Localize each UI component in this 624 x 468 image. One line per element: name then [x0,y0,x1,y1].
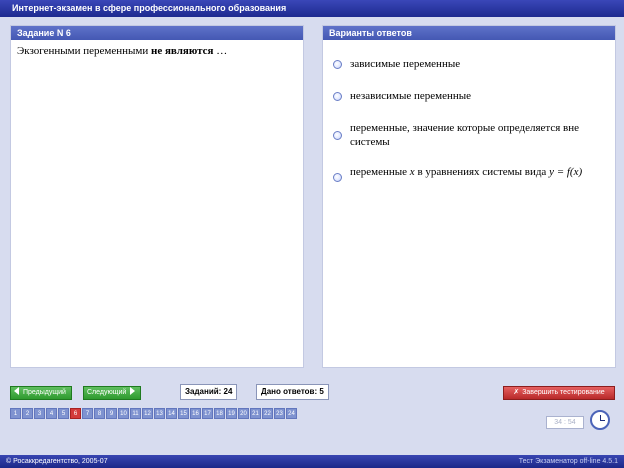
copyright-text: © Росаккредагентство, 2005-07 [6,458,108,465]
page-button-20[interactable]: 20 [238,408,249,419]
answer-option-3[interactable]: переменные, значение которые определяетс… [333,121,603,151]
question-text-main: Экзогенными переменными [17,45,152,57]
next-button-label: Следующий [87,389,127,396]
page-button-7[interactable]: 7 [82,408,93,419]
option-formula: y = f(x) [549,166,583,178]
page-button-23[interactable]: 23 [274,408,285,419]
page-button-22[interactable]: 22 [262,408,273,419]
question-text-tail: … [213,45,228,57]
page-button-10[interactable]: 10 [118,408,129,419]
page-button-1[interactable]: 1 [10,408,21,419]
page-button-12[interactable]: 12 [142,408,153,419]
page-button-4[interactable]: 4 [46,408,57,419]
question-text: Экзогенными переменными не являются … [17,45,292,57]
window-title: Интернет-экзамен в сфере профессионально… [12,3,287,13]
page-button-16[interactable]: 16 [190,408,201,419]
answers-panel: Варианты ответов зависимые переменные не… [322,25,616,368]
page-button-8[interactable]: 8 [94,408,105,419]
previous-button-label: Предыдущий [23,389,66,396]
radio-icon[interactable] [333,131,342,140]
next-button[interactable]: Следующий [83,386,142,400]
answer-option-label: зависимые переменные [350,58,461,70]
question-panel: Задание N 6 Экзогенными переменными не я… [10,25,304,368]
page-button-11[interactable]: 11 [130,408,141,419]
page-button-15[interactable]: 15 [178,408,189,419]
option-text-part: переменные [350,166,410,178]
radio-icon[interactable] [333,173,342,182]
page-button-17[interactable]: 17 [202,408,213,419]
page-button-19[interactable]: 19 [226,408,237,419]
answers-panel-header: Варианты ответов [323,26,615,40]
clock-icon [590,410,610,430]
page-button-24[interactable]: 24 [286,408,297,419]
page-button-21[interactable]: 21 [250,408,261,419]
answers-given-count: Дано ответов: 5 [256,384,329,400]
question-panel-header: Задание N 6 [11,26,303,40]
option-text-part: в уравнениях системы вида [414,166,550,178]
finish-test-button[interactable]: ✗ Завершить тестирование [503,386,615,400]
question-pager: 1 2 3 4 5 6 7 8 9 10 11 12 13 14 15 16 17 18 19 20 21 22 23 24 [10,408,298,419]
arrow-left-icon [14,387,19,395]
answer-option-label: независимые переменные [350,90,472,102]
question-text-emphasis: не являются [151,45,214,57]
page-button-18[interactable]: 18 [214,408,225,419]
finish-test-label: Завершить тестирование [522,389,605,396]
timer-display: 34 : 54 [546,416,584,429]
radio-icon[interactable] [333,60,342,69]
page-button-14[interactable]: 14 [166,408,177,419]
page-button-9[interactable]: 9 [106,408,117,419]
answer-option-label: переменные x в уравнениях системы вида y… [350,165,605,179]
answer-option-label: переменные, значение которые определяетс… [350,122,579,148]
previous-button[interactable]: Предыдущий [10,386,72,400]
status-footer: © Росаккредагентство, 2005-07 Тест Экзам… [0,455,624,468]
runner-icon: ✗ [513,389,520,396]
radio-icon[interactable] [333,92,342,101]
app-version: Тест Экзаменатор off-line 4.5.1 [518,458,618,465]
page-button-5[interactable]: 5 [58,408,69,419]
page-button-6[interactable]: 6 [70,408,81,419]
page-button-2[interactable]: 2 [22,408,33,419]
page-button-13[interactable]: 13 [154,408,165,419]
tasks-count: Заданий: 24 [180,384,238,400]
page-button-3[interactable]: 3 [34,408,45,419]
arrow-right-icon [130,387,136,395]
window-title-bar: Интернет-экзамен в сфере профессионально… [0,0,624,17]
